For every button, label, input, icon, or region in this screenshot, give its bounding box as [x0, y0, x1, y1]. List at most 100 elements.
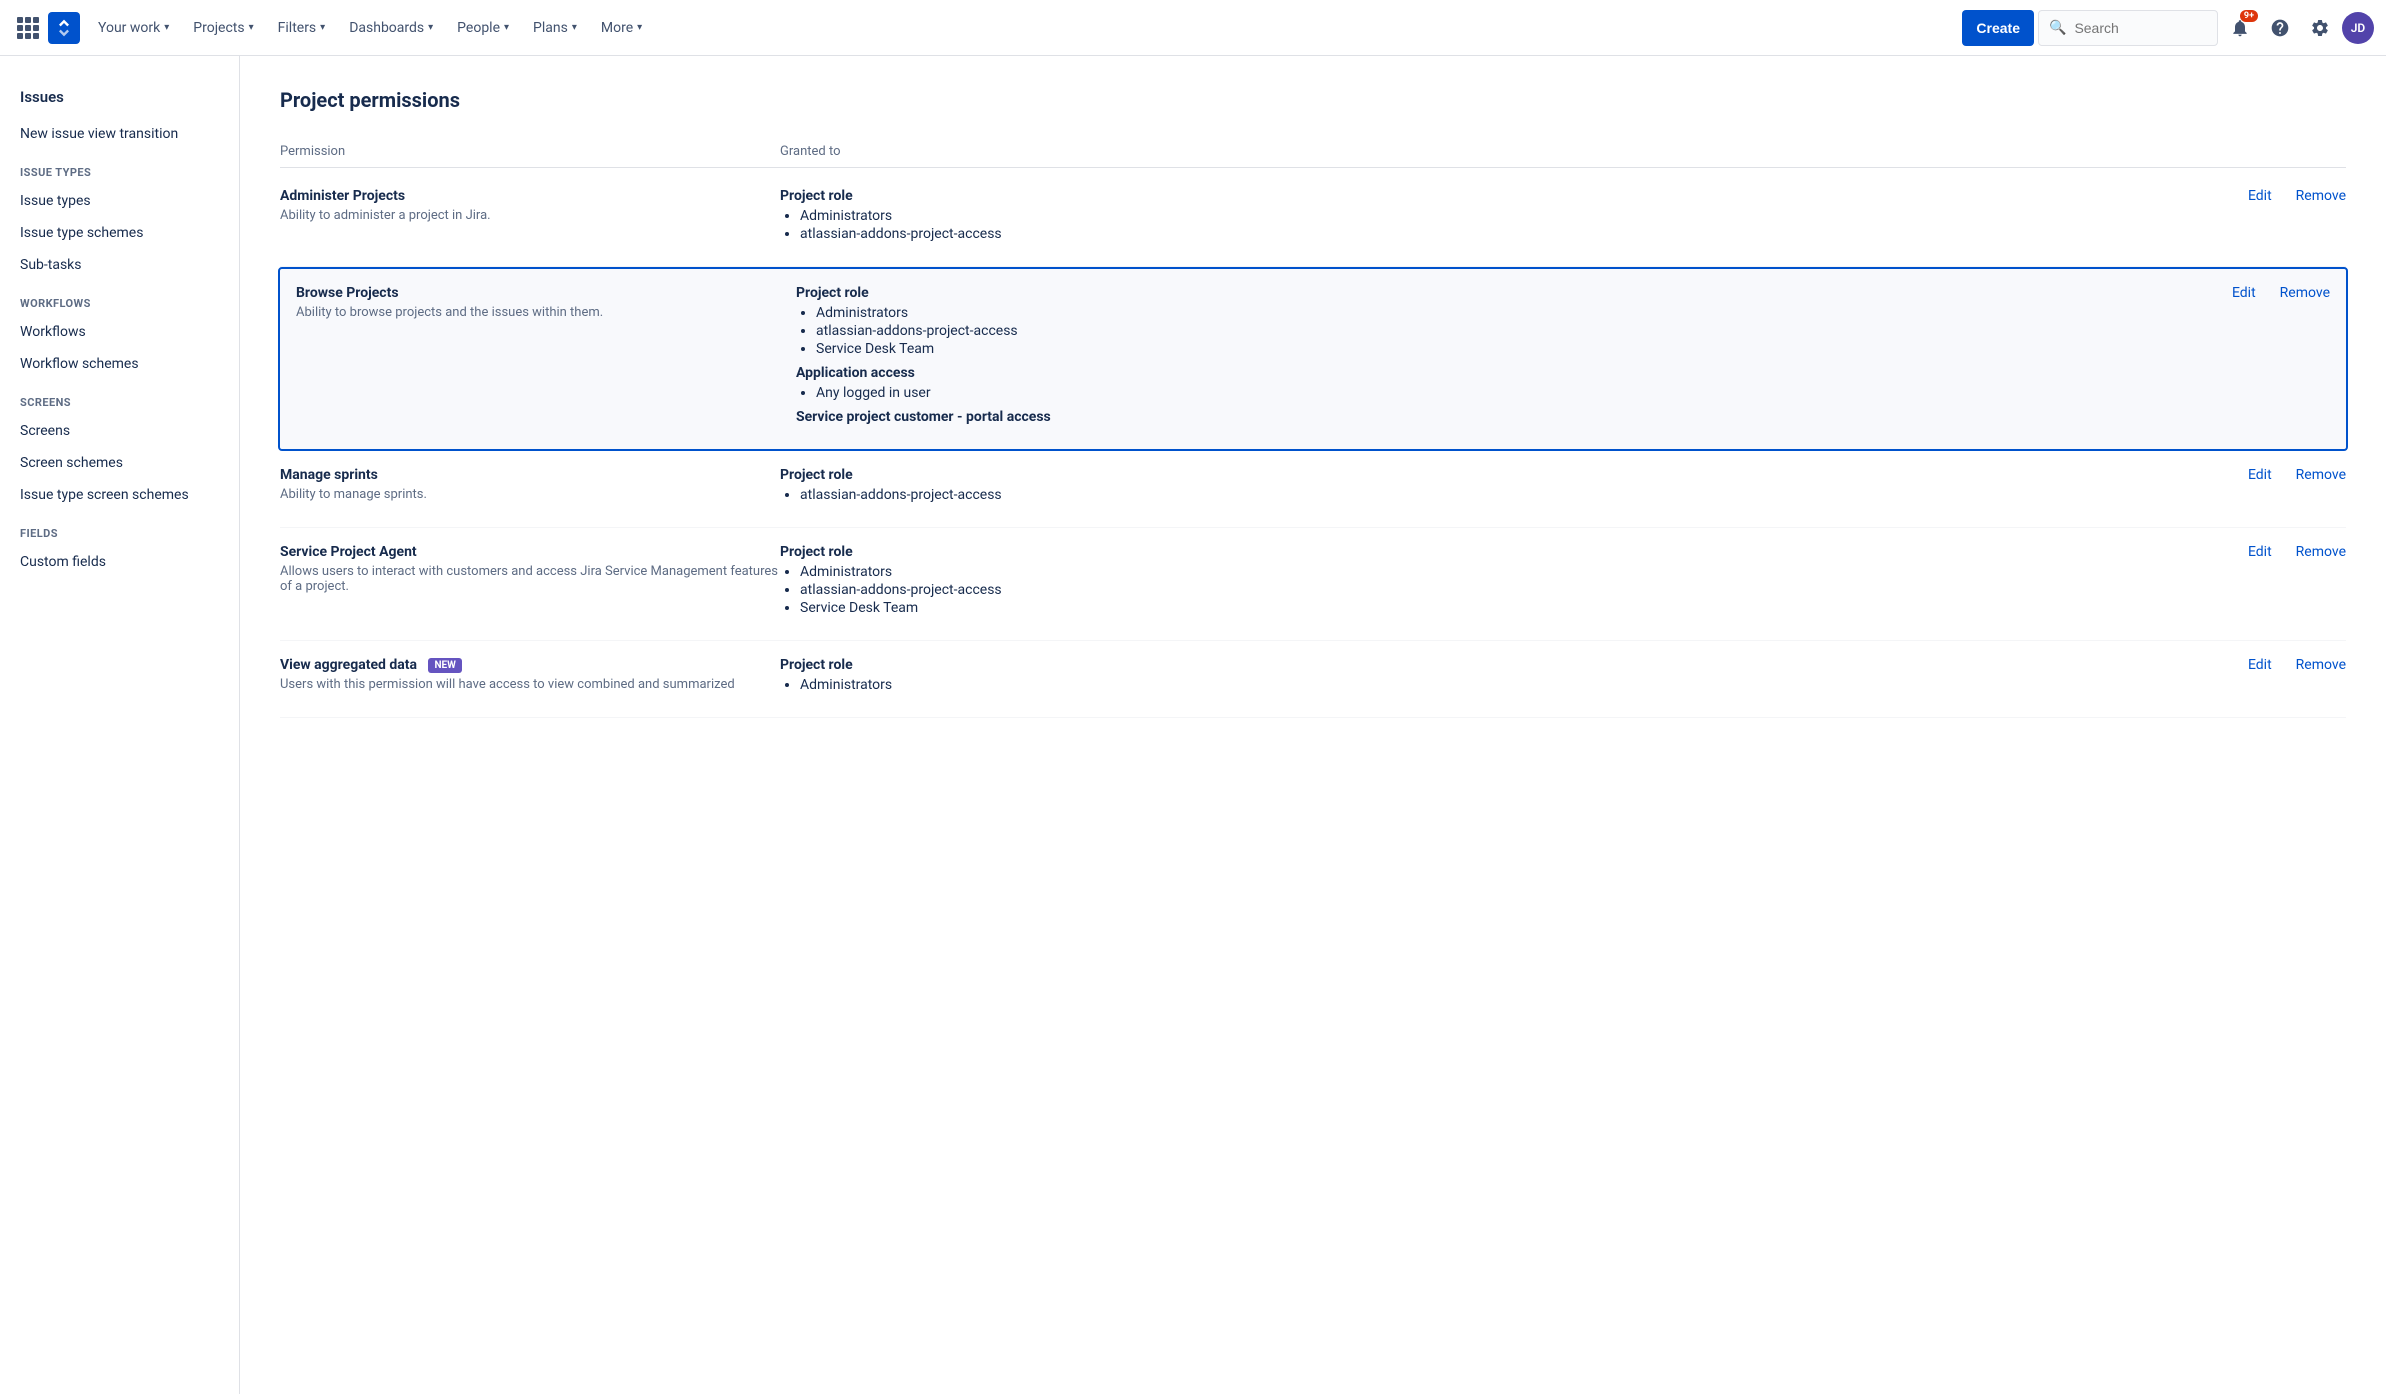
edit-permission-link[interactable]: Edit	[2248, 467, 2272, 483]
chevron-down-icon: ▾	[504, 22, 509, 33]
granted-group-title: Project role	[796, 285, 2216, 301]
search-box[interactable]: 🔍	[2038, 10, 2218, 46]
edit-permission-link[interactable]: Edit	[2248, 544, 2272, 560]
remove-permission-link[interactable]: Remove	[2296, 188, 2346, 204]
sidebar-item-issue-type-screen-schemes[interactable]: Issue type screen schemes	[0, 479, 239, 511]
sidebar-item-issue-types[interactable]: Issue types	[0, 185, 239, 217]
granted-info: Project role atlassian-addons-project-ac…	[780, 467, 2232, 511]
granted-info: Project role Administrators	[780, 657, 2232, 701]
help-button[interactable]	[2262, 10, 2298, 46]
permission-description: Users with this permission will have acc…	[280, 677, 780, 692]
remove-permission-link[interactable]: Remove	[2280, 285, 2330, 301]
permission-name: Service Project Agent	[280, 544, 780, 560]
permission-info: Administer Projects Ability to administe…	[280, 188, 780, 223]
sidebar-section-issue-types: ISSUE TYPES	[0, 150, 239, 185]
permission-name: Manage sprints	[280, 467, 780, 483]
chevron-down-icon: ▾	[572, 22, 577, 33]
sidebar-item-new-issue-view-transition[interactable]: New issue view transition	[0, 118, 239, 150]
permission-description: Allows users to interact with customers …	[280, 564, 780, 594]
granted-group-title: Project role	[780, 657, 2232, 673]
list-item: Any logged in user	[816, 385, 2216, 401]
nav-more[interactable]: More ▾	[591, 10, 652, 46]
permission-actions: Edit Remove	[2232, 188, 2346, 204]
permission-description: Ability to browse projects and the issue…	[296, 305, 796, 320]
nav-projects[interactable]: Projects ▾	[183, 10, 263, 46]
avatar[interactable]: JD	[2342, 12, 2374, 44]
granted-list: atlassian-addons-project-access	[780, 487, 2232, 503]
permission-actions: Edit Remove	[2232, 544, 2346, 560]
list-item: atlassian-addons-project-access	[800, 582, 2232, 598]
granted-group: Application access Any logged in user	[796, 365, 2216, 401]
table-row: Manage sprints Ability to manage sprints…	[280, 451, 2346, 528]
list-item: Administrators	[800, 564, 2232, 580]
column-granted-to: Granted to	[780, 144, 2346, 159]
chevron-down-icon: ▾	[249, 22, 254, 33]
granted-info: Project role Administrators atlassian-ad…	[796, 285, 2216, 433]
permission-actions: Edit Remove	[2232, 467, 2346, 483]
table-row: Browse Projects Ability to browse projec…	[278, 267, 2348, 451]
list-item: Administrators	[800, 208, 2232, 224]
permission-actions: Edit Remove	[2232, 657, 2346, 673]
list-item: atlassian-addons-project-access	[800, 487, 2232, 503]
column-permission: Permission	[280, 144, 780, 159]
new-badge: NEW	[428, 658, 461, 673]
nav-people[interactable]: People ▾	[447, 10, 519, 46]
granted-group-title: Project role	[780, 467, 2232, 483]
topnav: Your work ▾ Projects ▾ Filters ▾ Dashboa…	[0, 0, 2386, 56]
page-title: Project permissions	[280, 88, 2346, 112]
sidebar-item-custom-fields[interactable]: Custom fields	[0, 546, 239, 578]
list-item: Administrators	[800, 677, 2232, 693]
edit-permission-link[interactable]: Edit	[2232, 285, 2256, 301]
settings-button[interactable]	[2302, 10, 2338, 46]
permission-name: View aggregated data NEW	[280, 657, 780, 673]
sidebar-item-workflow-schemes[interactable]: Workflow schemes	[0, 348, 239, 380]
table-row: Administer Projects Ability to administe…	[280, 172, 2346, 267]
list-item: atlassian-addons-project-access	[800, 226, 2232, 242]
remove-permission-link[interactable]: Remove	[2296, 544, 2346, 560]
remove-permission-link[interactable]: Remove	[2296, 467, 2346, 483]
chevron-down-icon: ▾	[428, 22, 433, 33]
sidebar: Issues New issue view transition ISSUE T…	[0, 56, 240, 1394]
create-button[interactable]: Create	[1962, 10, 2034, 46]
edit-permission-link[interactable]: Edit	[2248, 657, 2272, 673]
chevron-down-icon: ▾	[320, 22, 325, 33]
list-item: atlassian-addons-project-access	[816, 323, 2216, 339]
search-input[interactable]	[2074, 20, 2184, 36]
sidebar-item-issues[interactable]: Issues	[0, 80, 239, 114]
sidebar-item-workflows[interactable]: Workflows	[0, 316, 239, 348]
granted-group: Project role atlassian-addons-project-ac…	[780, 467, 2232, 503]
chevron-down-icon: ▾	[637, 22, 642, 33]
permission-name: Administer Projects	[280, 188, 780, 204]
granted-list: Administrators atlassian-addons-project-…	[796, 305, 2216, 357]
layout: Issues New issue view transition ISSUE T…	[0, 56, 2386, 1394]
permission-info: View aggregated data NEW Users with this…	[280, 657, 780, 692]
notification-count: 9+	[2240, 10, 2258, 22]
sidebar-item-sub-tasks[interactable]: Sub-tasks	[0, 249, 239, 281]
granted-group-title: Service project customer - portal access	[796, 409, 2216, 425]
nav-your-work[interactable]: Your work ▾	[88, 10, 179, 46]
granted-group: Service project customer - portal access	[796, 409, 2216, 425]
nav-dashboards[interactable]: Dashboards ▾	[339, 10, 443, 46]
grid-menu-button[interactable]	[12, 12, 44, 44]
permission-info: Browse Projects Ability to browse projec…	[296, 285, 796, 320]
search-icon: 🔍	[2049, 20, 2066, 36]
permission-actions: Edit Remove	[2216, 285, 2330, 301]
nav-plans[interactable]: Plans ▾	[523, 10, 587, 46]
nav-filters[interactable]: Filters ▾	[268, 10, 336, 46]
permission-description: Ability to manage sprints.	[280, 487, 780, 502]
granted-group-title: Application access	[796, 365, 2216, 381]
sidebar-section-screens: SCREENS	[0, 380, 239, 415]
granted-list: Any logged in user	[796, 385, 2216, 401]
chevron-down-icon: ▾	[164, 22, 169, 33]
jira-logo[interactable]	[48, 12, 80, 44]
sidebar-item-issue-type-schemes[interactable]: Issue type schemes	[0, 217, 239, 249]
sidebar-section-workflows: WORKFLOWS	[0, 281, 239, 316]
notifications-button[interactable]: 9+	[2222, 10, 2258, 46]
sidebar-item-screen-schemes[interactable]: Screen schemes	[0, 447, 239, 479]
sidebar-item-screens[interactable]: Screens	[0, 415, 239, 447]
granted-list: Administrators atlassian-addons-project-…	[780, 564, 2232, 616]
remove-permission-link[interactable]: Remove	[2296, 657, 2346, 673]
edit-permission-link[interactable]: Edit	[2248, 188, 2272, 204]
list-item: Service Desk Team	[800, 600, 2232, 616]
permission-description: Ability to administer a project in Jira.	[280, 208, 780, 223]
